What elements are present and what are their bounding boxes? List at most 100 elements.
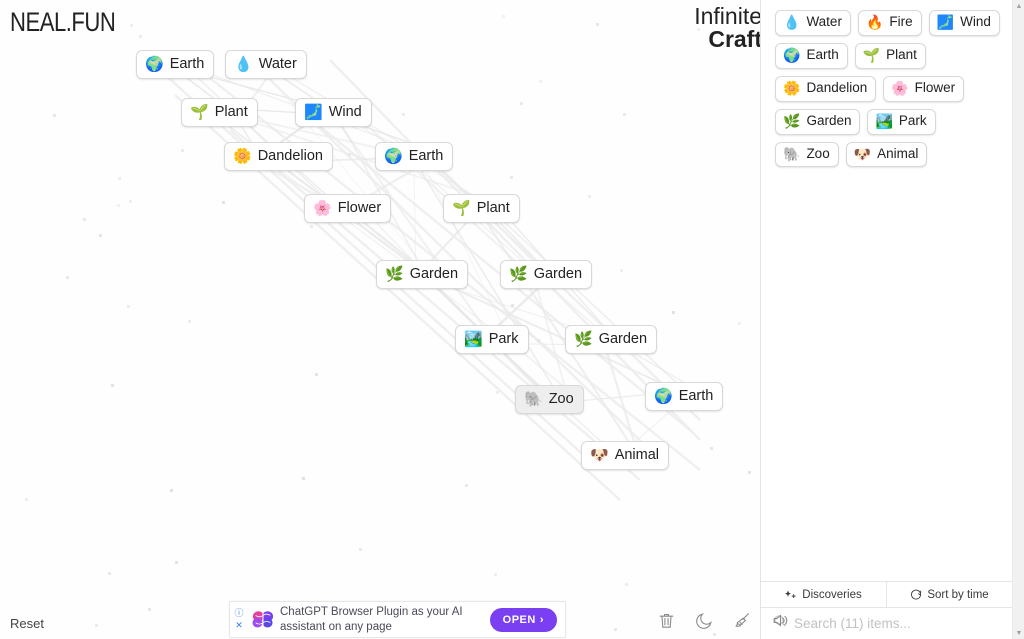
item-pill[interactable]: 🌍 Earth [375,142,454,172]
background-dot [130,24,133,27]
search-bar[interactable] [761,608,1012,639]
item-pill[interactable]: 🐘 Zoo [515,385,584,415]
sidebar-item-animal[interactable]: 🐶 Animal [845,141,928,168]
infinite-craft-app: 🌍 Earth 💧 Water 🌱 Plant 🗾 Wind 🌼 Dandelion 🌍 Earth 🌸… [0,0,1024,639]
canvas-item-animal[interactable]: 🐶 Animal [581,441,670,471]
sidebar-item-plant[interactable]: 🌱 Plant [854,42,926,69]
discoveries-sidebar: 💧 Water 🔥 Fire 🗾 Wind 🌍 Earth 🌱 Plant 🌼 Dandelion 🌸 F… [760,0,1012,639]
ad-close-icon[interactable]: ✕ [235,621,243,630]
item-pill[interactable]: 🗾 Wind [295,98,372,128]
item-label: Garden [598,331,648,347]
item-label: Earth [169,56,205,72]
item-label: Earth [408,148,444,164]
canvas-item-park[interactable]: 🏞️ Park [455,325,529,355]
sidebar-item-fire[interactable]: 🔥 Fire [857,10,922,36]
item-pill[interactable]: 🌿 Garden [376,260,469,290]
canvas-item-water[interactable]: 💧 Water [225,50,307,80]
item-label: Flower [337,200,382,216]
sidebar-item-label: Dandelion [806,79,868,95]
speaker-icon[interactable] [769,609,791,631]
background-dot [315,373,318,376]
item-pill[interactable]: 🌱 Plant [443,194,520,224]
item-pill[interactable]: 🌿 Garden [500,260,593,290]
item-label: Earth [678,388,714,404]
canvas-item-garden[interactable]: 🌿 Garden [376,260,469,290]
garden-icon: 🌿 [385,265,404,283]
scroll-down-icon[interactable]: ▼ [1013,627,1024,639]
item-pill[interactable]: 🌼 Dandelion [224,142,333,172]
canvas-item-earth[interactable]: 🌍 Earth [645,382,724,412]
background-dot [359,548,362,551]
moon-icon[interactable] [693,609,715,631]
ad-info-icon[interactable]: ⓘ [234,609,243,618]
canvas-item-earth[interactable]: 🌍 Earth [375,142,454,172]
background-dot [620,269,623,272]
garden-icon: 🌿 [509,265,528,283]
item-pill[interactable]: 🌿 Garden [565,325,658,355]
background-dot [66,276,69,279]
canvas-item-earth[interactable]: 🌍 Earth [136,50,215,80]
sidebar-footer: Discoveries Sort by time [761,581,1012,639]
sidebar-item-park[interactable]: 🏞️ Park [867,108,936,135]
background-dot [170,489,173,492]
scroll-up-icon[interactable]: ▲ [1013,0,1024,12]
broom-icon[interactable] [731,609,753,631]
neal-fun-logo[interactable]: NEAL.FUN [10,6,116,38]
sidebar-item-zoo[interactable]: 🐘 Zoo [775,141,839,168]
canvas-item-wind[interactable]: 🗾 Wind [295,98,372,128]
crafting-canvas[interactable]: 🌍 Earth 💧 Water 🌱 Plant 🗾 Wind 🌼 Dandelion 🌍 Earth 🌸… [0,0,770,639]
background-dot [596,23,599,26]
canvas-item-dandelion[interactable]: 🌼 Dandelion [224,142,333,172]
canvas-item-plant[interactable]: 🌱 Plant [181,98,258,128]
background-dot [53,114,56,117]
canvas-item-garden[interactable]: 🌿 Garden [565,325,658,355]
background-dot [95,624,98,627]
item-pill[interactable]: 🏞️ Park [455,325,529,355]
background-dot [148,608,151,611]
item-label: Plant [214,104,248,120]
background-dot [510,176,513,179]
background-dot [188,320,191,323]
sidebar-tabs: Discoveries Sort by time [761,581,1012,608]
background-dot [588,195,591,198]
sidebar-item-earth[interactable]: 🌍 Earth [775,42,848,69]
sidebar-item-dandelion[interactable]: 🌼 Dandelion [775,75,877,102]
page-scrollbar[interactable]: ▲ ▼ [1012,0,1024,639]
tab-sort-by-time[interactable]: Sort by time [886,582,1012,607]
item-pill[interactable]: 🌍 Earth [645,382,724,412]
canvas-item-zoo[interactable]: 🐘 Zoo [515,385,584,415]
item-pill[interactable]: 🌍 Earth [136,50,215,80]
sidebar-item-label: Flower [914,79,956,95]
item-pill[interactable]: 🐶 Animal [581,441,670,471]
tab-discoveries[interactable]: Discoveries [761,582,886,607]
sidebar-item-flower[interactable]: 🌸 Flower [883,75,965,102]
sidebar-item-garden[interactable]: 🌿 Garden [775,108,861,135]
search-input[interactable] [794,616,1002,631]
background-dot [502,15,505,18]
canvas-item-plant[interactable]: 🌱 Plant [443,194,520,224]
zoo-icon: 🐘 [524,390,543,408]
sidebar-item-wind[interactable]: 🗾 Wind [928,10,1000,36]
trash-icon[interactable] [655,609,677,631]
background-dot [117,204,120,207]
ad-open-button[interactable]: OPEN › [489,607,557,632]
background-dot [99,234,102,237]
canvas-item-garden[interactable]: 🌿 Garden [500,260,593,290]
background-dot [175,561,178,564]
background-dot [625,583,628,586]
scrollbar-thumb[interactable] [1013,12,1024,572]
background-dot [348,153,351,156]
water-icon: 💧 [783,14,801,31]
reset-button[interactable]: Reset [10,616,44,631]
background-dot [496,391,499,394]
park-icon: 🏞️ [464,330,483,348]
item-pill[interactable]: 💧 Water [225,50,307,80]
canvas-item-flower[interactable]: 🌸 Flower [304,194,392,224]
background-dot [614,628,617,631]
earth-icon: 🌍 [384,147,403,165]
sidebar-item-label: Wind [960,14,991,29]
zoo-icon: 🐘 [783,145,801,162]
item-pill[interactable]: 🌸 Flower [304,194,392,224]
item-pill[interactable]: 🌱 Plant [181,98,258,128]
sidebar-item-water[interactable]: 💧 Water [775,10,851,36]
